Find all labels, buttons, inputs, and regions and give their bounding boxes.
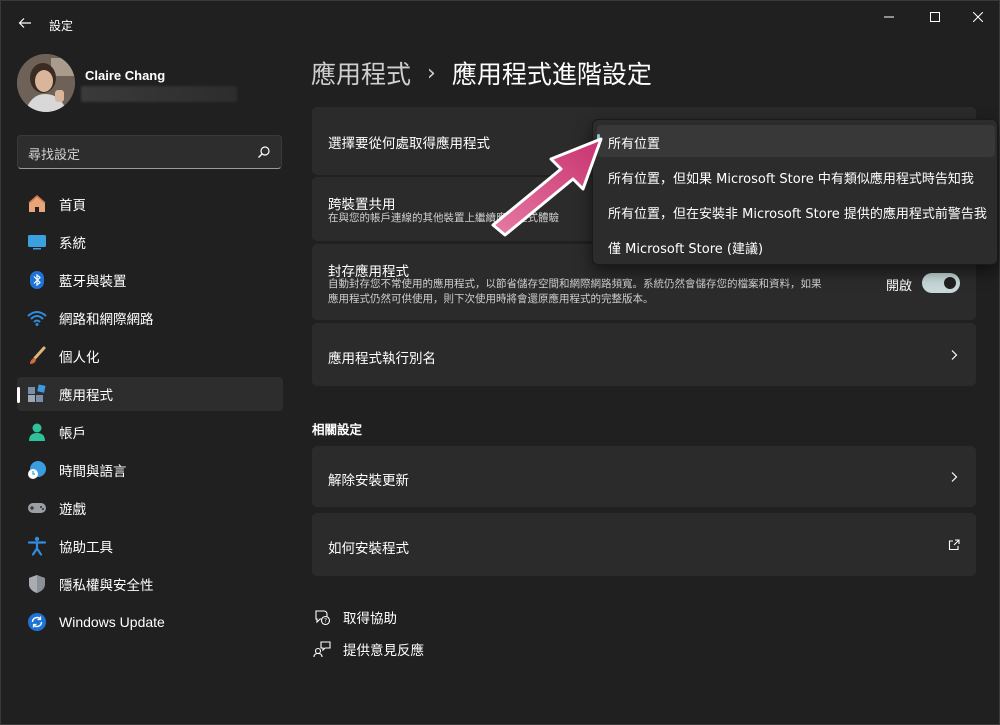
- sidebar-item-label: 遊戲: [59, 502, 86, 518]
- bluetooth-icon: [27, 270, 47, 290]
- user-name: Claire Chang: [85, 68, 166, 83]
- uninstall-updates-link[interactable]: 解除安裝更新: [312, 446, 976, 507]
- sidebar-item-accessibility[interactable]: 協助工具: [17, 529, 283, 563]
- feedback-icon: [312, 639, 332, 659]
- dropdown-option-anywhere-warn[interactable]: 所有位置，但在安裝非 Microsoft Store 提供的應用程式前警告我: [597, 195, 995, 227]
- sidebar-item-gaming[interactable]: 遊戲: [17, 491, 283, 525]
- sidebar-item-label: 協助工具: [59, 540, 113, 556]
- dropdown-option-store-only[interactable]: 僅 Microsoft Store (建議): [597, 230, 995, 262]
- sidebar-item-label: 首頁: [59, 198, 86, 214]
- avatar[interactable]: [17, 54, 75, 112]
- sidebar-item-privacy[interactable]: 隱私權與安全性: [17, 567, 283, 601]
- sidebar-item-label: 帳戶: [59, 426, 86, 442]
- page-title: 應用程式進階設定: [451, 60, 652, 89]
- sidebar-item-label: 網路和網際網路: [59, 312, 154, 328]
- minimize-icon: [884, 16, 894, 18]
- chevron-right-icon: [951, 350, 958, 360]
- brush-icon: [27, 346, 47, 366]
- sidebar-item-windows-update[interactable]: Windows Update: [17, 605, 283, 639]
- share-description: 在與您的帳戶連線的其他裝置上繼續應用程式體驗: [328, 212, 559, 224]
- uninstall-updates-title: 解除安裝更新: [328, 473, 409, 489]
- breadcrumb-separator: ›: [427, 60, 436, 86]
- sidebar-item-label: 系統: [59, 236, 86, 252]
- sidebar-item-home[interactable]: 首頁: [17, 187, 283, 221]
- chevron-right-icon: [951, 472, 958, 482]
- share-title: 跨裝置共用: [328, 197, 396, 213]
- sidebar-item-label: 隱私權與安全性: [59, 578, 154, 594]
- close-icon: [973, 12, 983, 22]
- back-arrow-icon: [18, 18, 31, 28]
- sidebar-nav: 首頁 系統 藍牙與裝置 網路和網際網路 個人化 應用程式 帳戶 時間與語言 遊戲…: [17, 187, 283, 643]
- wifi-icon: [27, 308, 47, 328]
- sidebar-item-label: 應用程式: [59, 388, 113, 404]
- breadcrumb: 應用程式 › 應用程式進階設定: [311, 55, 652, 91]
- back-button[interactable]: [13, 11, 37, 35]
- sidebar-item-network[interactable]: 網路和網際網路: [17, 301, 283, 335]
- close-button[interactable]: [963, 7, 993, 27]
- shield-icon: [27, 574, 47, 594]
- sidebar-item-time-language[interactable]: 時間與語言: [17, 453, 283, 487]
- dropdown-option-label: 僅 Microsoft Store (建議): [608, 242, 764, 257]
- archive-toggle[interactable]: [922, 273, 960, 293]
- search-placeholder: 尋找設定: [28, 148, 81, 163]
- sidebar-item-bluetooth[interactable]: 藍牙與裝置: [17, 263, 283, 297]
- archive-description-line1: 自動封存您不常使用的應用程式，以節省儲存空間和網際網路頻寬。系統仍然會儲存您的檔…: [328, 278, 822, 290]
- dropdown-option-anywhere[interactable]: 所有位置: [597, 125, 995, 157]
- dropdown-option-label: 所有位置，但在安裝非 Microsoft Store 提供的應用程式前警告我: [608, 207, 987, 222]
- search-input[interactable]: 尋找設定: [17, 135, 282, 169]
- breadcrumb-parent[interactable]: 應用程式: [311, 55, 411, 91]
- dropdown-option-label: 所有位置，但如果 Microsoft Store 中有類似應用程式時告知我: [608, 172, 974, 187]
- title-bar: 設定: [1, 1, 1000, 47]
- app-source-title: 選擇要從何處取得應用程式: [328, 136, 490, 152]
- how-to-install-link[interactable]: 如何安裝程式: [312, 513, 976, 576]
- help-icon: ?: [312, 607, 332, 627]
- search-icon: [258, 146, 270, 158]
- how-to-install-title: 如何安裝程式: [328, 541, 409, 557]
- dropdown-option-label: 所有位置: [608, 137, 661, 152]
- gamepad-icon: [27, 498, 47, 518]
- feedback-link[interactable]: 提供意見反應: [312, 639, 424, 659]
- external-link-icon: [948, 539, 960, 551]
- user-email-redacted: [81, 86, 237, 102]
- sidebar-item-personalization[interactable]: 個人化: [17, 339, 283, 373]
- app-execution-alias-setting[interactable]: 應用程式執行別名: [312, 323, 976, 386]
- account-icon: [27, 422, 47, 442]
- apps-icon: [27, 384, 47, 404]
- dropdown-option-anywhere-notify[interactable]: 所有位置，但如果 Microsoft Store 中有類似應用程式時告知我: [597, 160, 995, 192]
- home-icon: [27, 194, 47, 214]
- sidebar-item-accounts[interactable]: 帳戶: [17, 415, 283, 449]
- accessibility-icon: [27, 536, 47, 556]
- maximize-icon: [930, 12, 940, 22]
- sidebar-item-apps[interactable]: 應用程式: [17, 377, 283, 411]
- sidebar-item-label: 時間與語言: [59, 464, 127, 480]
- settings-window: 設定 Claire Chang 尋找設定 首頁 系統 藍牙與裝置 網路和網際網路…: [0, 0, 1000, 725]
- related-settings-heading: 相關設定: [312, 422, 363, 437]
- update-icon: [27, 612, 47, 632]
- sidebar-item-label: 個人化: [59, 350, 100, 366]
- maximize-button[interactable]: [920, 7, 950, 27]
- system-icon: [27, 232, 47, 252]
- get-help-link[interactable]: ? 取得協助: [312, 607, 397, 627]
- toggle-knob: [944, 277, 956, 289]
- get-help-label: 取得協助: [343, 611, 397, 627]
- svg-text:?: ?: [324, 618, 327, 625]
- app-source-dropdown: 所有位置 所有位置，但如果 Microsoft Store 中有類似應用程式時告…: [592, 119, 998, 265]
- archive-description-line2: 應用程式仍然可供使用，則下次使用時將會還原應用程式的完整版本。: [328, 293, 654, 305]
- archive-toggle-label: 開啟: [885, 279, 912, 294]
- time-language-icon: [27, 460, 47, 480]
- alias-title: 應用程式執行別名: [328, 351, 436, 367]
- sidebar-item-system[interactable]: 系統: [17, 225, 283, 259]
- sidebar-item-label: Windows Update: [59, 614, 165, 630]
- app-title: 設定: [49, 19, 74, 33]
- sidebar-item-label: 藍牙與裝置: [59, 274, 127, 290]
- feedback-label: 提供意見反應: [343, 643, 424, 659]
- minimize-button[interactable]: [874, 7, 904, 27]
